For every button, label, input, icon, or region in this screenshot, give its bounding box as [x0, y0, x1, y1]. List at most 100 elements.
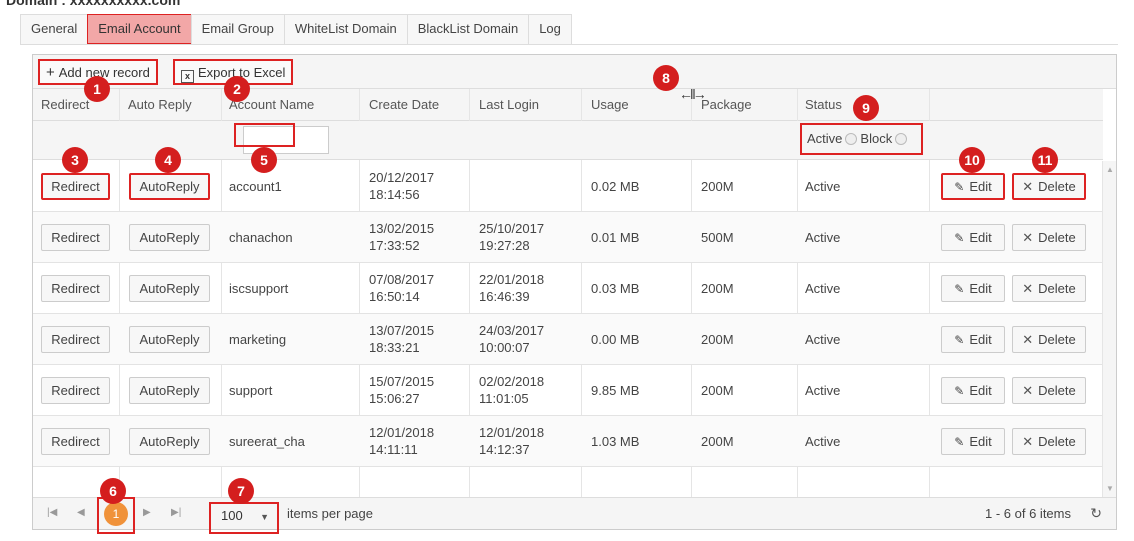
column-header-redirect[interactable]: Redirect: [41, 89, 89, 121]
column-header-status[interactable]: Status: [805, 89, 842, 121]
first-page-icon[interactable]: |◀: [47, 507, 57, 518]
status-cell: Active: [805, 434, 841, 449]
delete-button[interactable]: ✕ Delete: [1012, 173, 1086, 200]
tab-email-account[interactable]: Email Account: [87, 14, 192, 44]
delete-button[interactable]: ✕ Delete: [1012, 275, 1086, 302]
status-active-radio[interactable]: [845, 133, 858, 145]
redirect-button[interactable]: Redirect: [41, 326, 110, 353]
usage-cell: 1.03 MB: [591, 434, 640, 449]
close-icon: ✕: [1022, 434, 1034, 449]
tab-email-group[interactable]: Email Group: [190, 14, 285, 44]
column-header-last-login[interactable]: Last Login: [479, 89, 539, 121]
scroll-down-icon[interactable]: ▼: [1106, 484, 1114, 493]
last-login-cell: 02/02/2018 11:01:05: [479, 365, 544, 416]
login-date: 24/03/2017: [479, 323, 545, 338]
delete-button[interactable]: ✕ Delete: [1012, 377, 1086, 404]
edit-button[interactable]: ✎ Edit: [941, 224, 1005, 251]
last-login-cell: 24/03/2017 10:00:07: [479, 314, 544, 365]
status-filter-block-label: Block: [860, 131, 893, 146]
create-time: 18:33:21: [369, 340, 420, 355]
pencil-icon: ✎: [954, 384, 965, 398]
vertical-scrollbar[interactable]: ▲ ▼: [1102, 161, 1116, 497]
login-date: 25/10/2017: [479, 221, 545, 236]
table-row: Redirect AutoReply chanachon 13/02/2015 1…: [33, 212, 1103, 263]
login-date: 02/02/2018: [479, 374, 545, 389]
redirect-button[interactable]: Redirect: [41, 377, 110, 404]
create-date: 15/07/2015: [369, 374, 435, 389]
domain-title: Domain : xxxxxxxxxx.com: [6, 0, 181, 8]
pencil-icon: ✎: [954, 231, 965, 245]
package-cell: 200M: [701, 179, 734, 194]
autoreply-button[interactable]: AutoReply: [129, 224, 210, 251]
pencil-icon: ✎: [954, 282, 965, 296]
autoreply-button[interactable]: AutoReply: [129, 275, 210, 302]
package-cell: 200M: [701, 434, 734, 449]
close-icon: ✕: [1022, 230, 1034, 245]
delete-button[interactable]: ✕ Delete: [1012, 428, 1086, 455]
close-icon: ✕: [1022, 281, 1034, 296]
usage-cell: 0.01 MB: [591, 230, 640, 245]
column-header-usage[interactable]: Usage: [591, 89, 629, 121]
status-cell: Active: [805, 179, 841, 194]
annotation-marker-9: 9: [853, 95, 879, 121]
pencil-icon: ✎: [954, 333, 965, 347]
scroll-up-icon[interactable]: ▲: [1106, 165, 1114, 174]
redirect-button[interactable]: Redirect: [41, 173, 110, 200]
delete-label: Delete: [1038, 281, 1076, 296]
status-block-radio[interactable]: [895, 133, 908, 145]
redirect-button[interactable]: Redirect: [41, 275, 110, 302]
annotation-marker-5: 5: [251, 147, 277, 173]
edit-button[interactable]: ✎ Edit: [941, 275, 1005, 302]
annotation-marker-1: 1: [84, 76, 110, 102]
delete-button[interactable]: ✕ Delete: [1012, 326, 1086, 353]
annotation-marker-11: 11: [1032, 147, 1058, 173]
create-date-cell: 12/01/2018 14:11:11: [369, 416, 434, 467]
usage-cell: 0.02 MB: [591, 179, 640, 194]
column-header-create-date[interactable]: Create Date: [369, 89, 439, 121]
redirect-button[interactable]: Redirect: [41, 428, 110, 455]
account-name-filter-highlight: [234, 123, 295, 147]
edit-button[interactable]: ✎ Edit: [941, 326, 1005, 353]
grid-header: Redirect Auto Reply Account Name Create …: [33, 89, 1103, 121]
edit-label: Edit: [969, 383, 992, 398]
last-page-icon[interactable]: ▶|: [171, 507, 181, 518]
tab-log[interactable]: Log: [528, 14, 572, 44]
previous-page-icon[interactable]: ◀: [77, 507, 85, 518]
create-date-cell: 20/12/2017 18:14:56: [369, 161, 434, 212]
column-header-package[interactable]: Package: [701, 89, 752, 121]
edit-button[interactable]: ✎ Edit: [941, 377, 1005, 404]
delete-button[interactable]: ✕ Delete: [1012, 224, 1086, 251]
chevron-down-icon: ▼: [260, 512, 269, 522]
create-date-cell: 15/07/2015 15:06:27: [369, 365, 434, 416]
delete-label: Delete: [1038, 383, 1076, 398]
create-date: 13/07/2015: [369, 323, 435, 338]
redirect-button[interactable]: Redirect: [41, 224, 110, 251]
usage-cell: 0.00 MB: [591, 332, 640, 347]
close-icon: ✕: [1022, 383, 1034, 398]
tab-blacklist-domain[interactable]: BlackList Domain: [406, 14, 530, 44]
login-time: 16:46:39: [479, 289, 530, 304]
autoreply-button[interactable]: AutoReply: [129, 326, 210, 353]
autoreply-button[interactable]: AutoReply: [129, 428, 210, 455]
delete-label: Delete: [1038, 434, 1076, 449]
edit-button[interactable]: ✎ Edit: [941, 173, 1005, 200]
create-date: 07/08/2017: [369, 272, 435, 287]
tab-general[interactable]: General: [20, 14, 89, 44]
current-page-button[interactable]: 1: [104, 502, 128, 526]
tab-whitelist-domain[interactable]: WhiteList Domain: [283, 14, 408, 44]
refresh-icon[interactable]: ↻: [1090, 505, 1102, 522]
edit-label: Edit: [969, 230, 992, 245]
create-time: 17:33:52: [369, 238, 420, 253]
page-size-select[interactable]: 100 ▼: [209, 502, 279, 534]
login-date: 12/01/2018: [479, 425, 545, 440]
autoreply-button[interactable]: AutoReply: [129, 173, 210, 200]
create-date: 13/02/2015: [369, 221, 435, 236]
column-header-auto-reply[interactable]: Auto Reply: [128, 89, 192, 121]
tab-bar: General Email Account Email Group WhiteL…: [20, 14, 572, 44]
table-row: Redirect AutoReply iscsupport 07/08/2017…: [33, 263, 1103, 314]
edit-button[interactable]: ✎ Edit: [941, 428, 1005, 455]
excel-icon: x: [181, 70, 194, 83]
autoreply-button[interactable]: AutoReply: [129, 377, 210, 404]
next-page-icon[interactable]: ▶: [143, 507, 151, 518]
column-resize-icon[interactable]: ←‖→: [679, 86, 707, 102]
